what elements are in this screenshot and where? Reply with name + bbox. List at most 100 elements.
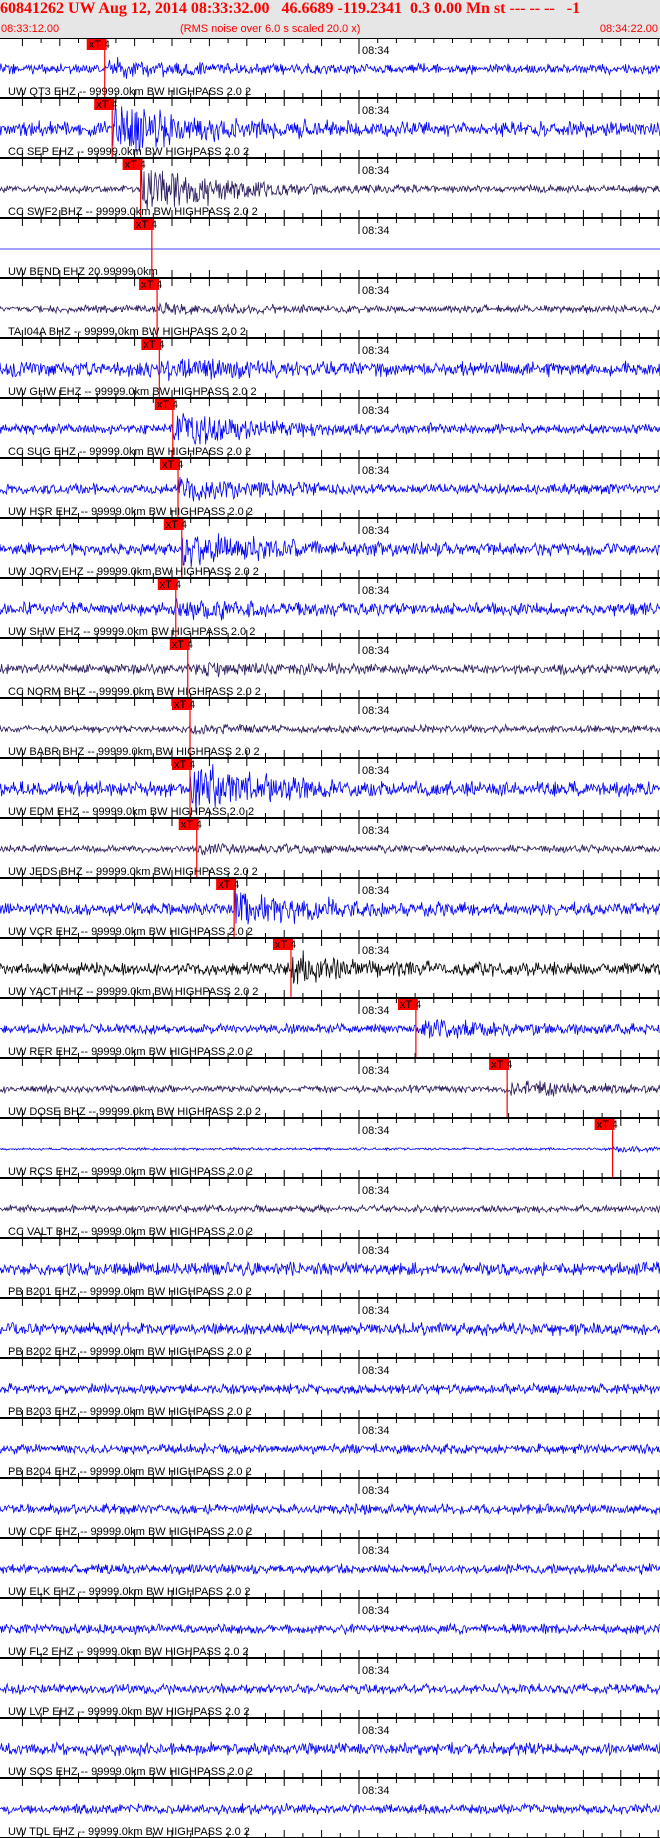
seismogram-panels: 08:34xT 4UW QT3 EHZ -- 99999.0km BW HIGH… (0, 38, 660, 1838)
trace-label: UW RER EHZ -- 99999.0km BW HIGHPASS 2.0 … (8, 1046, 253, 1058)
trace-label: PB B202 EHZ -- 99999.0km BW HIGHPASS 2.0… (8, 1346, 252, 1358)
trace-label: PB B204 EHZ -- 99999.0km BW HIGHPASS 2.0… (8, 1466, 252, 1478)
minute-label: 08:34 (362, 945, 390, 957)
trace-label: UW DOSE BHZ -- 99999.0km BW HIGHPASS 2.0… (8, 1106, 261, 1118)
noise-note: (RMS noise over 6.0 s scaled 20.0 x) (180, 23, 361, 35)
trace-panel: 08:34 xT 4 UW RCS EHZ -- 99999.0km BW HIGH… (0, 1119, 660, 1179)
trace-panel: 08:34 xT 4 UW SHW EHZ -- 99999.0km BW HIGH… (0, 579, 660, 639)
waveform (0, 301, 660, 316)
waveform (0, 1562, 660, 1576)
pick-label: xT 4 (172, 639, 193, 651)
minute-label: 08:34 (362, 645, 390, 657)
pick-label: xT 4 (96, 99, 117, 111)
minute-label: 08:34 (362, 825, 390, 837)
trace-panel: 08:34 PB B204 EHZ -- 99999.0km BW HIGHPAS… (0, 1419, 660, 1479)
start-time: 08:33:12.00 (1, 23, 60, 35)
end-time: 08:34:22.00 (599, 23, 658, 35)
minute-label: 08:34 (362, 765, 390, 777)
minute-label: 08:34 (362, 1065, 390, 1077)
trace-panel: 08:34 xT 4 CC SEP EHZ -- 99999.0km BW HIGH… (0, 99, 660, 159)
pick-label: xT 4 (157, 399, 178, 411)
trace-label: TA I04A BHZ -- 99999.0km BW HIGHPASS 2.0… (8, 326, 246, 338)
trace-panel: 08:34 UW FL2 EHZ -- 99999.0km BW HIGHPASS… (0, 1599, 660, 1659)
pick-label: xT 4 (125, 159, 146, 171)
pick-label: xT 4 (275, 939, 296, 951)
waveform (0, 1145, 660, 1154)
waveform (0, 1802, 660, 1816)
trace-label: UW JEDS BHZ -- 99999.0km BW HIGHPASS 2.0… (8, 866, 258, 878)
pick-label: xT 4 (218, 879, 239, 891)
trace-panel: 08:34 CC VALT BHZ -- 99999.0km BW HIGHPAS… (0, 1179, 660, 1239)
trace-panel: 08:34 PB B202 EHZ -- 99999.0km BW HIGHPAS… (0, 1299, 660, 1359)
minute-label: 08:34 (362, 885, 390, 897)
trace-panel: 08:34 xT 4 UW BABR BHZ -- 99999.0km BW HIG… (0, 699, 660, 759)
minute-label: 08:34 (362, 1305, 390, 1317)
minute-label: 08:34 (362, 285, 390, 297)
minute-label: 08:34 (362, 1545, 390, 1557)
minute-label: 08:34 (362, 585, 390, 597)
trace-label: UW BEND EHZ 20.99999.0km (8, 266, 158, 278)
pick-label: xT 4 (160, 579, 181, 591)
waveform (0, 950, 660, 985)
pick-label: xT 4 (143, 339, 164, 351)
minute-label: 08:34 (362, 225, 390, 237)
minute-label: 08:34 (362, 1665, 390, 1677)
minute-label: 08:34 (362, 405, 390, 417)
waveform (0, 358, 660, 382)
trace-panel: 08:34 UW TDL EHZ -- 99999.0km BW HIGHPASS… (0, 1779, 660, 1838)
trace-panel: 08:34 xT 4 UW VCR EHZ -- 99999.0km BW HIGH… (0, 879, 660, 939)
waveform (0, 413, 660, 445)
trace-panel: 08:34 xT 4 CC NORM BHZ -- 99999.0km BW HIG… (0, 639, 660, 699)
minute-label: 08:34 (362, 45, 390, 57)
minute-label: 08:34 (362, 1485, 390, 1497)
trace-label: UW RCS EHZ -- 99999.0km BW HIGHPASS 2.0 … (8, 1166, 253, 1178)
minute-label: 08:34 (362, 465, 390, 477)
minute-label: 08:34 (362, 165, 390, 177)
minute-label: 08:34 (362, 1005, 390, 1017)
waveform (0, 1321, 660, 1337)
pick-label: xT 4 (89, 39, 110, 51)
trace-label: UW LVP EHZ -- 99999.0km BW HIGHPASS 2.0 … (8, 1706, 249, 1718)
trace-label: UW JORV EHZ -- 99999.0km BW HIGHPASS 2.0… (8, 566, 259, 578)
minute-label: 08:34 (362, 525, 390, 537)
trace-label: CC SEP EHZ -- 99999.0km BW HIGHPASS 2.0 … (8, 146, 249, 158)
trace-label: UW CDF EHZ -- 99999.0km BW HIGHPASS 2.0 … (8, 1526, 252, 1538)
trace-label: CC NORM BHZ -- 99999.0km BW HIGHPASS 2.0… (8, 686, 261, 698)
waveform (0, 1622, 660, 1636)
pick-label: xT 4 (597, 1119, 618, 1131)
trace-panel: 08:34 PB B201 EHZ -- 99999.0km BW HIGHPAS… (0, 1239, 660, 1299)
trace-label: UW HSR EHZ -- 99999.0km BW HIGHPASS 2.0 … (8, 506, 253, 518)
event-header: 60841262 UW Aug 12, 2014 08:33:32.00 46.… (0, 0, 660, 38)
event-title: 60841262 UW Aug 12, 2014 08:33:32.00 46.… (0, 0, 581, 17)
trace-label: UW GHW EHZ -- 99999.0km BW HIGHPASS 2.0 … (8, 386, 257, 398)
trace-panel: 08:34 UW CDF EHZ -- 99999.0km BW HIGHPASS… (0, 1479, 660, 1539)
pick-label: xT 4 (166, 519, 187, 531)
trace-label: UW QT3 EHZ -- 99999.0km BW HIGHPASS 2.0 … (8, 86, 251, 98)
trace-panel: 08:34 UW LVP EHZ -- 99999.0km BW HIGHPASS… (0, 1659, 660, 1719)
trace-panel: 08:34 xT 4 UW YACT HHZ -- 99999.0km BW HIG… (0, 939, 660, 999)
trace-panel: 08:34 xT 4 UW DOSE BHZ -- 99999.0km BW HIG… (0, 1059, 660, 1119)
trace-panel: 08:34 xT 4 UW EDM EHZ -- 99999.0km BW HIGH… (0, 759, 660, 819)
trace-panel: 08:34 xT 4 UW RER EHZ -- 99999.0km BW HIGH… (0, 999, 660, 1059)
minute-label: 08:34 (362, 1365, 390, 1377)
trace-label: UW TDL EHZ -- 99999.0km BW HIGHPASS 2.0 … (8, 1826, 250, 1838)
minute-label: 08:34 (362, 105, 390, 117)
waveform (0, 661, 660, 678)
minute-label: 08:34 (362, 1605, 390, 1617)
pick-label: xT 4 (491, 1059, 512, 1071)
trace-label: UW FL2 EHZ -- 99999.0km BW HIGHPASS 2.0 … (8, 1646, 249, 1658)
minute-label: 08:34 (362, 1425, 390, 1437)
trace-panel: 08:34 xT 4 TA I04A BHZ -- 99999.0km BW HIG… (0, 279, 660, 339)
trace-panel: 08:34 UW SOS EHZ -- 99999.0km BW HIGHPASS… (0, 1719, 660, 1779)
waveform (0, 723, 660, 735)
waveform (0, 1682, 660, 1695)
trace-label: UW YACT HHZ -- 99999.0km BW HIGHPASS 2.0… (8, 986, 258, 998)
pick-label: xT 4 (174, 759, 195, 771)
minute-label: 08:34 (362, 705, 390, 717)
minute-label: 08:34 (362, 1245, 390, 1257)
pick-label: xT 4 (174, 699, 195, 711)
pick-label: xT 4 (181, 819, 202, 831)
waveform (0, 596, 660, 621)
waveform (0, 168, 660, 210)
waveform (0, 1260, 660, 1277)
